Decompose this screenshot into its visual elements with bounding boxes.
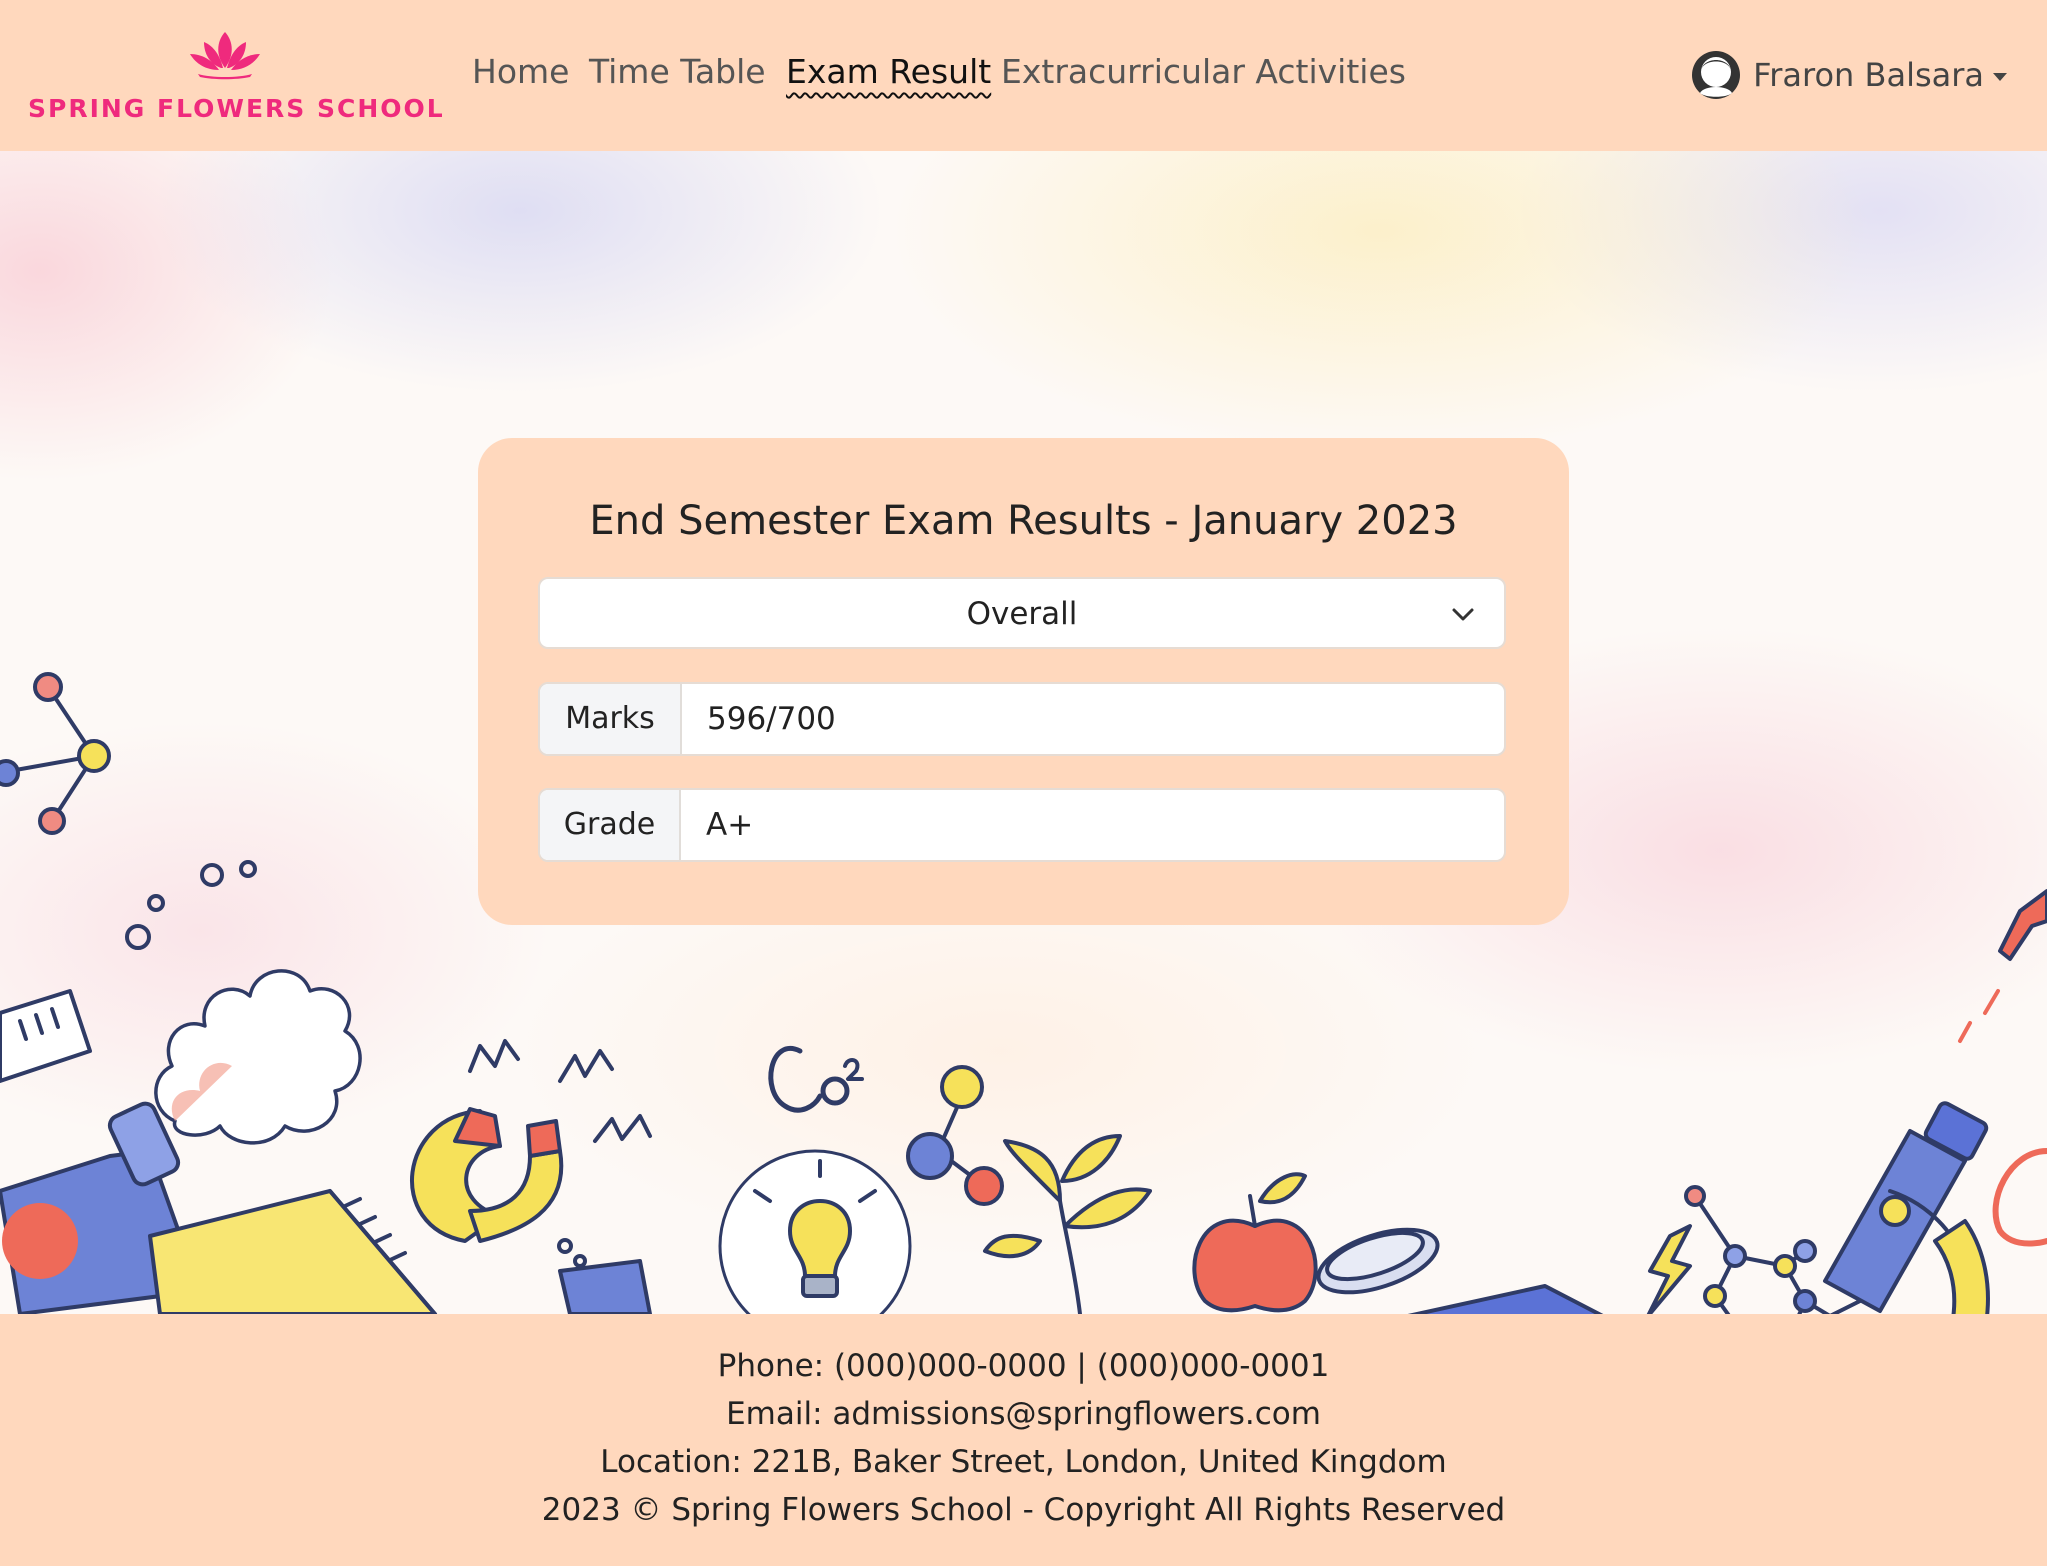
- exam-result-card: End Semester Exam Results - January 2023…: [478, 438, 1569, 925]
- result-title: End Semester Exam Results - January 2023: [589, 498, 1458, 544]
- footer-location: Location: 221B, Baker Street, London, Un…: [600, 1444, 1447, 1480]
- grade-value[interactable]: A+: [706, 790, 753, 860]
- marks-group: Marks 596/700: [538, 682, 1506, 756]
- nav-home[interactable]: Home: [472, 52, 569, 91]
- chevron-down-icon: [1452, 608, 1474, 621]
- footer-copyright: 2023 © Spring Flowers School - Copyright…: [541, 1492, 1506, 1528]
- lotus-icon: [190, 32, 260, 80]
- user-menu[interactable]: Fraron Balsara: [1691, 50, 2007, 100]
- brand-name: SPRING FLOWERS SCHOOL: [28, 94, 445, 123]
- marks-value[interactable]: 596/700: [707, 684, 836, 754]
- footer: Phone: (000)000-0000 | (000)000-0001 Ema…: [0, 1314, 2047, 1566]
- marks-label: Marks: [540, 684, 682, 754]
- caret-down-icon: [1993, 72, 2007, 81]
- grade-group: Grade A+: [538, 788, 1506, 862]
- user-avatar-icon: [1692, 51, 1741, 99]
- nav-exam-result[interactable]: Exam Result: [786, 52, 991, 91]
- nav-time-table[interactable]: Time Table: [589, 52, 766, 91]
- footer-email: Email: admissions@springflowers.com: [726, 1396, 1321, 1432]
- result-scope-value: Overall: [966, 596, 1078, 632]
- brand-logo[interactable]: SPRING FLOWERS SCHOOL: [28, 26, 445, 126]
- result-scope-select[interactable]: Overall: [538, 577, 1506, 649]
- user-name: Fraron Balsara: [1753, 56, 1984, 94]
- nav-extracurricular-activities[interactable]: Extracurricular Activities: [1001, 52, 1406, 91]
- grade-label: Grade: [540, 790, 681, 860]
- navbar: SPRING FLOWERS SCHOOL Home Time Table Ex…: [0, 0, 2047, 151]
- footer-phone: Phone: (000)000-0000 | (000)000-0001: [717, 1348, 1330, 1384]
